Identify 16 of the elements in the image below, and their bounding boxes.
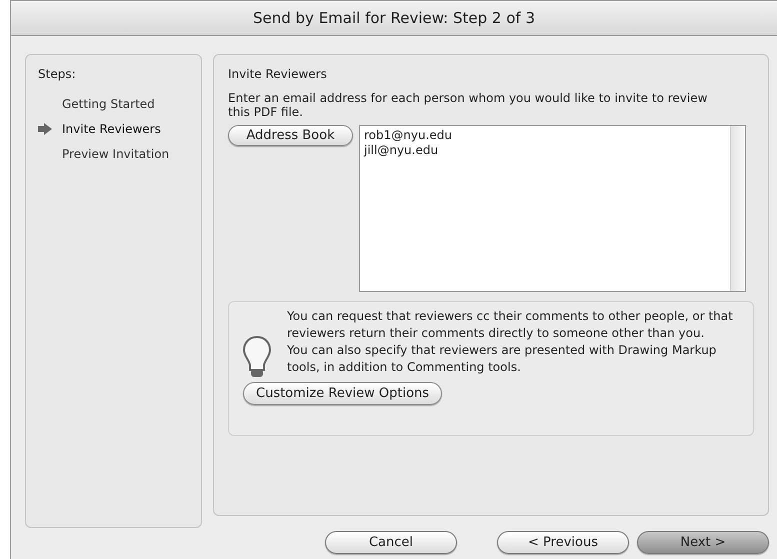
next-button[interactable]: Next > — [637, 531, 769, 554]
steps-heading: Steps: — [38, 66, 76, 83]
customize-review-options-button[interactable]: Customize Review Options — [243, 382, 442, 405]
address-book-button[interactable]: Address Book — [228, 125, 353, 146]
dialog-button[interactable]: < Previous — [497, 531, 629, 554]
step-item[interactable]: Invite Reviewers — [62, 120, 161, 138]
section-heading: Invite Reviewers — [228, 66, 327, 83]
instructions-text: Enter an email address for each person whom you would like to invite to review this PDF file. — [228, 91, 708, 119]
window-title: Send by Email for Review: Step 2 of 3 — [252, 8, 535, 29]
dialog-button[interactable]: Cancel — [325, 531, 457, 554]
step-item[interactable]: Preview Invitation — [62, 144, 170, 162]
tip-text: You can also specify that reviewers are presented with Drawing Markup tools, in addition to Commenting tools. — [287, 342, 718, 376]
email-list-field[interactable]: rob1@nyu.edu jill@nyu.edu — [359, 125, 746, 292]
lightbulb-icon — [243, 336, 271, 378]
tip-text: You can request that reviewers cc their comments to other people, or that reviewers return their comments directly to someone other than you. — [287, 308, 734, 342]
step-item[interactable]: Getting Started — [62, 94, 155, 112]
